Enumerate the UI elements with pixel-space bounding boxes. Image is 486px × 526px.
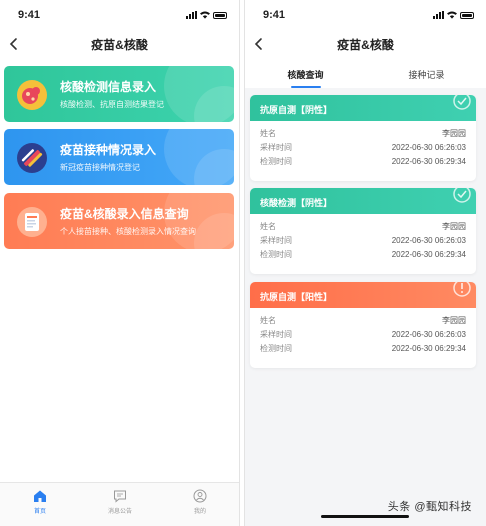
name-row: 姓名 李园园 <box>250 127 476 141</box>
tab-vaccination-records[interactable]: 接种记录 <box>366 58 486 88</box>
query-card[interactable]: 疫苗&核酸录入信息查询 个人接苗接种、核酸检测录入情况查询 <box>4 193 234 249</box>
tab-home[interactable]: 首页 <box>0 483 80 526</box>
record-header: 抗原自测【阴性】 <box>250 95 476 121</box>
virus-icon <box>17 80 47 110</box>
bottom-tabbar: 首页 消息公告 我的 <box>0 482 239 526</box>
status-time: 9:41 <box>263 9 286 21</box>
name-label: 姓名 <box>260 316 276 325</box>
test-time-label: 检测时间 <box>260 250 292 259</box>
test-time-value: 2022-06-30 06:29:34 <box>391 157 466 166</box>
record-title: 核酸检测【阴性】 <box>260 198 333 208</box>
page-title: 疫苗&核酸 <box>91 37 148 52</box>
signal-icon <box>433 11 444 19</box>
nucleic-entry-card[interactable]: 核酸检测信息录入 核酸检测、抗原自测结果登记 <box>4 66 234 122</box>
back-icon[interactable] <box>6 36 22 52</box>
check-circle-icon <box>453 95 471 110</box>
sample-time-row: 采样时间 2022-06-30 06:26:03 <box>250 141 476 155</box>
name-label: 姓名 <box>260 222 276 231</box>
document-icon <box>17 207 47 237</box>
test-time-label: 检测时间 <box>260 344 292 353</box>
record-title: 抗原自测【阳性】 <box>260 292 333 302</box>
home-icon <box>34 490 46 502</box>
name-value: 李园园 <box>442 222 466 231</box>
system-icons <box>433 11 474 19</box>
status-bar: 9:41 <box>245 0 486 30</box>
back-icon[interactable] <box>251 36 267 52</box>
card-title: 疫苗接种情况录入 <box>60 143 157 157</box>
sample-time-value: 2022-06-30 06:26:03 <box>391 143 466 152</box>
sample-time-row: 采样时间 2022-06-30 06:26:03 <box>250 328 476 342</box>
name-row: 姓名 李园园 <box>250 220 476 234</box>
left-screen: 9:41 疫苗&核酸 核酸检测信息录入 核酸检测、抗原自测结果登记 疫苗接种情况… <box>0 0 240 526</box>
record-header: 抗原自测【阳性】 <box>250 282 476 308</box>
nav-bar: 疫苗&核酸 <box>0 30 239 58</box>
alert-circle-icon <box>453 282 471 297</box>
record-title: 抗原自测【阴性】 <box>260 105 333 115</box>
system-icons <box>186 11 227 19</box>
test-record-card[interactable]: 核酸检测【阴性】 姓名 李园园 采样时间 2022-06-30 06:26:03 检… <box>250 188 476 274</box>
syringe-icon <box>17 143 47 173</box>
message-icon <box>114 490 126 503</box>
home-indicator <box>321 515 409 518</box>
segment-tabs: 核酸查询 接种记录 <box>245 58 486 88</box>
test-record-card[interactable]: 抗原自测【阳性】 姓名 李园园 采样时间 2022-06-30 06:26:03 检… <box>250 282 476 368</box>
watermark: 头条 @甄知科技 <box>387 501 472 513</box>
vaccine-entry-card[interactable]: 疫苗接种情况录入 新冠疫苗接种情况登记 <box>4 129 234 185</box>
name-value: 李园园 <box>442 316 466 325</box>
nav-bar: 疫苗&核酸 <box>245 30 486 58</box>
sample-time-value: 2022-06-30 06:26:03 <box>391 236 466 245</box>
wifi-icon <box>200 11 210 19</box>
status-bar: 9:41 <box>0 0 239 30</box>
battery-icon <box>460 11 474 19</box>
card-title: 核酸检测信息录入 <box>60 80 157 94</box>
test-record-card[interactable]: 抗原自测【阴性】 姓名 李园园 采样时间 2022-06-30 06:26:03 检… <box>250 95 476 181</box>
test-time-label: 检测时间 <box>260 157 292 166</box>
sample-time-row: 采样时间 2022-06-30 06:26:03 <box>250 234 476 248</box>
page-title: 疫苗&核酸 <box>337 37 394 52</box>
status-time: 9:41 <box>18 9 41 21</box>
sample-time-label: 采样时间 <box>260 330 292 339</box>
test-time-value: 2022-06-30 06:29:34 <box>391 250 466 259</box>
card-subtitle: 新冠疫苗接种情况登记 <box>60 163 140 172</box>
name-value: 李园园 <box>442 129 466 138</box>
right-screen: 9:41 疫苗&核酸 核酸查询 接种记录 抗原自测【阴性】 姓名 李园园 采样时间… <box>244 0 486 526</box>
test-time-row: 检测时间 2022-06-30 06:29:34 <box>250 342 476 356</box>
tab-label: 我的 <box>193 509 206 515</box>
record-header: 核酸检测【阴性】 <box>250 188 476 214</box>
battery-icon <box>213 11 227 19</box>
tab-messages[interactable]: 消息公告 <box>80 483 160 526</box>
card-subtitle: 个人接苗接种、核酸检测录入情况查询 <box>60 227 196 236</box>
name-row: 姓名 李园园 <box>250 314 476 328</box>
sample-time-label: 采样时间 <box>260 236 292 245</box>
tab-nucleic-query[interactable]: 核酸查询 <box>245 58 366 88</box>
test-time-value: 2022-06-30 06:29:34 <box>391 344 466 353</box>
sample-time-value: 2022-06-30 06:26:03 <box>391 330 466 339</box>
tab-label: 首页 <box>33 509 46 515</box>
card-title: 疫苗&核酸录入信息查询 <box>60 207 189 221</box>
tab-label: 消息公告 <box>107 509 132 515</box>
card-subtitle: 核酸检测、抗原自测结果登记 <box>60 100 164 109</box>
test-time-row: 检测时间 2022-06-30 06:29:34 <box>250 248 476 262</box>
test-time-row: 检测时间 2022-06-30 06:29:34 <box>250 155 476 169</box>
name-label: 姓名 <box>260 129 276 138</box>
menu-area: 核酸检测信息录入 核酸检测、抗原自测结果登记 疫苗接种情况录入 新冠疫苗接种情况… <box>0 58 239 482</box>
sample-time-label: 采样时间 <box>260 143 292 152</box>
profile-icon <box>193 489 207 503</box>
tab-profile[interactable]: 我的 <box>160 483 239 526</box>
signal-icon <box>186 11 197 19</box>
check-circle-icon <box>453 188 471 203</box>
wifi-icon <box>447 11 457 19</box>
